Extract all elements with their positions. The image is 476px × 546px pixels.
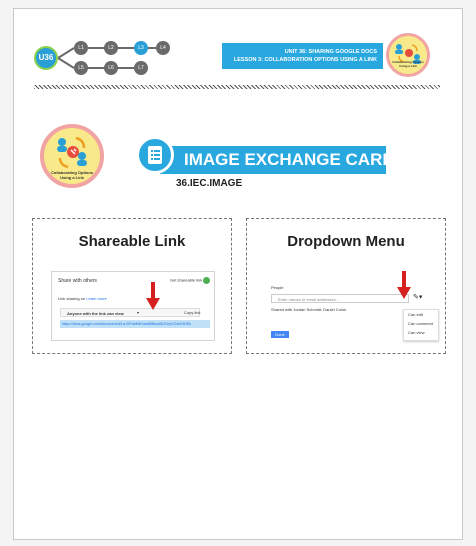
get-link-label: Get shareable link [170, 277, 203, 283]
lesson-dot-l1: L1 [74, 41, 88, 55]
badge-caption: Collaborating Options Using a Link [392, 60, 424, 68]
unit-title: UNIT 36: SHARING GOOGLE DOCS [284, 49, 377, 55]
lesson-dot-l6: L6 [104, 61, 118, 75]
card-title: Dropdown Menu [287, 233, 405, 250]
pencil-icon: ✎▾ [413, 294, 423, 301]
menu-item-can-comment: Can comment [408, 321, 433, 326]
lesson-progress-tracker: U36 L1 L2 L3 L4 L5 L6 L7 [34, 38, 184, 78]
learn-more-link: Learn more [86, 296, 107, 301]
lesson-banner: UNIT 36: SHARING GOOGLE DOCS LESSON 3: C… [222, 43, 383, 69]
card-title: Shareable Link [78, 233, 186, 250]
shared-with-text: Shared with Jordan Schmidt, Daniel Colon [271, 307, 347, 312]
sharing-on-label: Link sharing on [58, 296, 86, 301]
unit-badge: U36 [34, 46, 58, 70]
lesson-dot-l5: L5 [74, 61, 88, 75]
lesson-dot-l3-current: L3 [134, 41, 148, 55]
badge-caption: Collaborating Options Using a Link [51, 170, 93, 180]
get-shareable-link: Get shareable link [170, 277, 211, 284]
shareable-url: https://docs.google.com/document/d/1xrJ2… [60, 320, 210, 328]
permission-menu: Can edit Can comment Can view [403, 309, 439, 341]
people-label: People [271, 285, 284, 290]
access-dropdown-label: Anyone with the link can view [67, 311, 124, 316]
menu-item-can-edit: Can edit [408, 312, 423, 317]
page-title-text: IMAGE EXCHANGE CARDS [184, 150, 406, 169]
lesson-dot-l4: L4 [156, 41, 170, 55]
copy-link-button: Copy link [184, 310, 201, 315]
email-field-placeholder: Enter names or email addresses... [278, 297, 339, 302]
lesson-badge-small: Collaborating Options Using a Link [386, 33, 430, 77]
share-dialog-screenshot: Share with others Get shareable link Lin… [51, 271, 215, 341]
lesson-badge-large: Collaborating Options Using a Link [40, 124, 104, 188]
lesson-dot-l7: L7 [134, 61, 148, 75]
share-with-others-label: Share with others [58, 278, 97, 284]
link-sharing-status: Link sharing on Learn more [58, 296, 107, 301]
card-code: 36.IEC.IMAGE [176, 178, 243, 189]
lesson-dot-l2: L2 [104, 41, 118, 55]
page-title: IMAGE EXCHANGE CARDS [160, 146, 406, 174]
email-field: Enter names or email addresses... [271, 294, 409, 303]
image-card-dropdown-menu: Dropdown Menu People Enter names or emai… [246, 218, 446, 354]
image-card-shareable-link: Shareable Link Share with others Get sha… [32, 218, 232, 354]
menu-item-can-view: Can view [408, 330, 425, 335]
document-icon [136, 136, 174, 174]
header-divider [34, 85, 440, 89]
people-dialog-screenshot: People Enter names or email addresses...… [265, 271, 439, 341]
link-toggle-icon [203, 277, 211, 284]
done-button: Done [271, 331, 289, 338]
chevron-down-icon: ▾ [137, 310, 140, 315]
collaboration-link-icon [57, 136, 87, 169]
shareable-url-text: https://docs.google.com/document/d/1xrJ2… [62, 322, 191, 326]
arrow-down-icon [146, 282, 160, 310]
arrow-down-icon [397, 271, 411, 299]
access-dropdown: Anyone with the link can view ▾ [60, 308, 200, 317]
lesson-title: LESSON 3: COLLABORATION OPTIONS USING A … [233, 57, 377, 63]
